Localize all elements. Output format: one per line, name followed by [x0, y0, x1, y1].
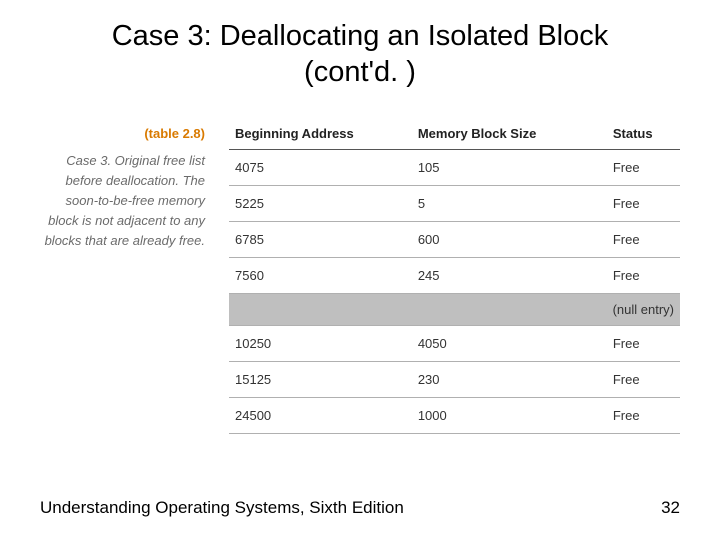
cell-beginning-address: 10250 [229, 325, 412, 361]
footer-text: Understanding Operating Systems, Sixth E… [40, 498, 404, 518]
right-column: Beginning Address Memory Block Size Stat… [229, 126, 680, 434]
cell-beginning-address: 6785 [229, 221, 412, 257]
table-caption: Case 3. Original free list before deallo… [40, 151, 205, 252]
cell-memory-block-size: 230 [412, 361, 607, 397]
table-row: 245001000Free [229, 397, 680, 433]
table-row: 102504050Free [229, 325, 680, 361]
free-list-table: Beginning Address Memory Block Size Stat… [229, 126, 680, 434]
cell-status: Free [607, 361, 680, 397]
table-header-row: Beginning Address Memory Block Size Stat… [229, 126, 680, 150]
cell-beginning-address: 5225 [229, 185, 412, 221]
cell-memory-block-size: 1000 [412, 397, 607, 433]
cell-status: Free [607, 397, 680, 433]
table-row: 15125230Free [229, 361, 680, 397]
table-row: 6785600Free [229, 221, 680, 257]
cell-beginning-address: 24500 [229, 397, 412, 433]
slide-title: Case 3: Deallocating an Isolated Block (… [0, 0, 720, 91]
cell-status: Free [607, 221, 680, 257]
cell-memory-block-size: 105 [412, 149, 607, 185]
cell-status: Free [607, 257, 680, 293]
title-line-2: (cont'd. ) [304, 56, 416, 88]
null-entry-cell: (null entry) [229, 293, 680, 325]
cell-memory-block-size: 600 [412, 221, 607, 257]
cell-beginning-address: 7560 [229, 257, 412, 293]
content-area: (table 2.8) Case 3. Original free list b… [0, 91, 720, 434]
header-beginning-address: Beginning Address [229, 126, 412, 150]
cell-memory-block-size: 4050 [412, 325, 607, 361]
header-status: Status [607, 126, 680, 150]
table-body: 4075105Free52255Free6785600Free7560245Fr… [229, 149, 680, 433]
table-row: 7560245Free [229, 257, 680, 293]
cell-status: Free [607, 149, 680, 185]
cell-status: Free [607, 185, 680, 221]
cell-memory-block-size: 245 [412, 257, 607, 293]
table-row: 52255Free [229, 185, 680, 221]
table-row: 4075105Free [229, 149, 680, 185]
table-label: (table 2.8) [40, 126, 205, 141]
left-column: (table 2.8) Case 3. Original free list b… [40, 126, 205, 434]
title-line-1: Case 3: Deallocating an Isolated Block [112, 20, 609, 52]
header-memory-block-size: Memory Block Size [412, 126, 607, 150]
page-number: 32 [661, 498, 680, 518]
cell-beginning-address: 15125 [229, 361, 412, 397]
cell-memory-block-size: 5 [412, 185, 607, 221]
cell-beginning-address: 4075 [229, 149, 412, 185]
slide-footer: Understanding Operating Systems, Sixth E… [40, 498, 680, 518]
table-row: (null entry) [229, 293, 680, 325]
cell-status: Free [607, 325, 680, 361]
